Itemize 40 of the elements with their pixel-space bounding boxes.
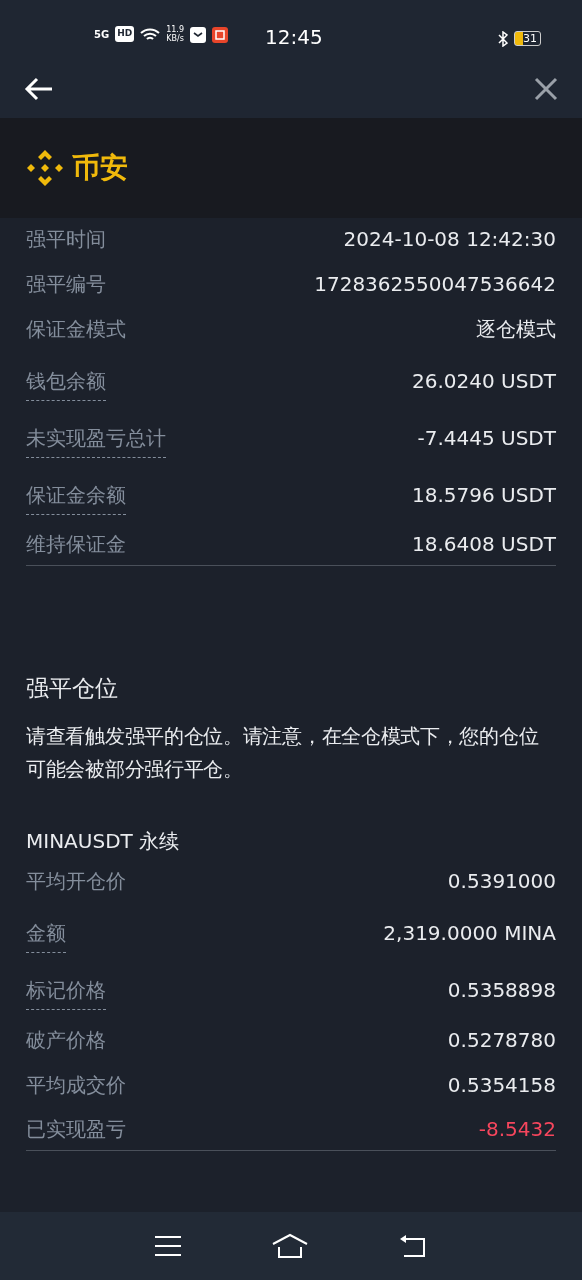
hd-badge: HD: [115, 26, 135, 42]
row-value: 0.5354158: [447, 1071, 556, 1099]
row-label: 强平编号: [26, 271, 106, 298]
back-icon[interactable]: [24, 77, 54, 101]
position-symbol: MINAUSDT 永续: [26, 827, 181, 855]
row-label: 金额: [26, 917, 66, 953]
row-label: 破产价格: [26, 1026, 106, 1054]
menu-icon[interactable]: [154, 1235, 183, 1257]
row-value: 0.5358898: [447, 976, 556, 1004]
row-label: 钱包余额: [26, 366, 106, 401]
row-label: 保证金模式: [26, 316, 126, 343]
home-icon[interactable]: [271, 1233, 309, 1259]
logo-text: 币安: [72, 150, 128, 186]
row-label: 未实现盈亏总计: [26, 423, 166, 458]
row-value: 26.0240 USDT: [412, 368, 556, 395]
row-value: -7.4445 USDT: [417, 425, 556, 452]
status-time: 12:45: [265, 24, 323, 51]
row-value: 1728362550047536642: [314, 271, 556, 298]
logo-icon: [26, 149, 64, 187]
row-value: 0.5391000: [447, 867, 556, 895]
row-label: 已实现盈亏: [26, 1115, 126, 1143]
row-label: 平均开仓价: [26, 867, 126, 895]
row-label: 维持保证金: [26, 531, 126, 558]
row-value: 18.5796 USDT: [412, 482, 556, 509]
row-label: 强平时间: [26, 226, 106, 253]
row-value: 逐仓模式: [476, 316, 556, 343]
section-note: 请查看触发强平的仓位。请注意，在全仓模式下，您的仓位可能会被部分强行平仓。: [26, 722, 540, 783]
row-value: 0.5278780: [447, 1026, 556, 1054]
row-label: 平均成交价: [26, 1071, 126, 1099]
network-speed: 11.9 KB/s: [166, 25, 184, 43]
battery-indicator: 31: [514, 30, 541, 46]
network-label: 5G: [94, 27, 110, 42]
row-label: 保证金余额: [26, 480, 126, 515]
row-value: 2024-10-08 12:42:30: [343, 226, 556, 253]
row-value: -8.5432: [478, 1115, 556, 1143]
row-value: 2,319.0000 MINA: [383, 919, 556, 947]
close-icon[interactable]: [534, 77, 558, 101]
row-label: 标记价格: [26, 974, 106, 1010]
row-value: 18.6408 USDT: [412, 531, 556, 558]
section-title: 强平仓位: [26, 674, 119, 703]
